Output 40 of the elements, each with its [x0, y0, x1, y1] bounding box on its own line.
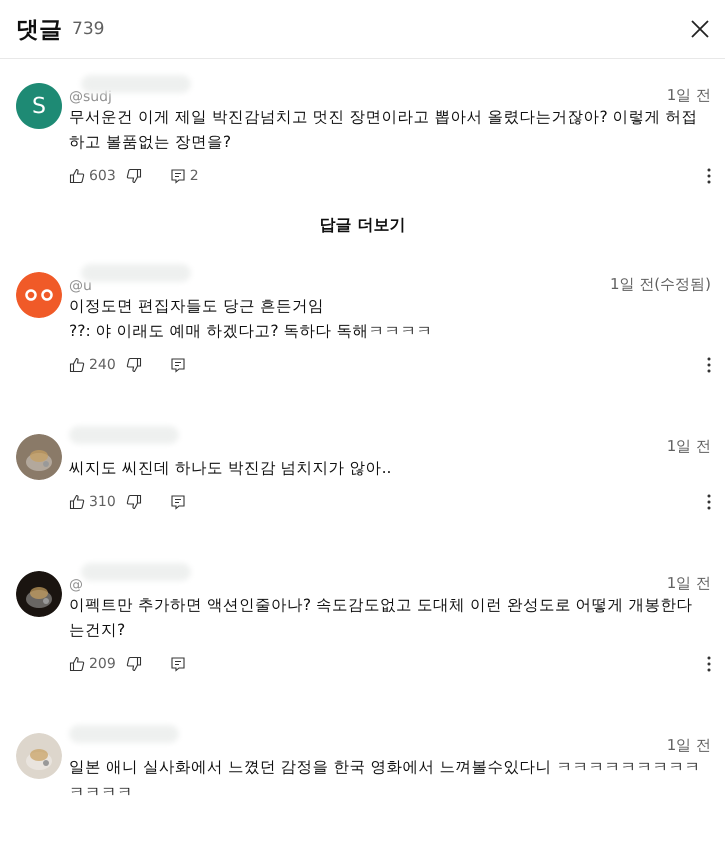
thumbs-down-icon[interactable]: [126, 357, 142, 373]
comment-text: 일본 애니 실사화에서 느꼈던 감정을 한국 영화에서 느껴볼수있다니 ㅋㅋㅋㅋㅋㅋㅋㅋㅋㅋㅋㅋㅋ: [69, 757, 702, 803]
timestamp: 1일 전: [666, 85, 711, 105]
timestamp: 1일 전: [666, 436, 711, 456]
more-replies-link[interactable]: 답글 더보기: [320, 193, 406, 270]
like-count: 240: [89, 357, 116, 373]
comment-text: 이정도면 편집자들도 당근 흔든거임 ??: 야 이래도 예매 하겠다고? 독하다 독해ㅋㅋㅋㅋ: [69, 296, 434, 342]
avatar-icon[interactable]: [16, 272, 62, 318]
reply-icon[interactable]: [170, 168, 186, 184]
thumbs-up-icon[interactable]: [69, 168, 85, 184]
reply-icon[interactable]: [170, 494, 186, 510]
thumbs-up-icon[interactable]: [69, 357, 85, 373]
like-count: 310: [89, 494, 116, 510]
more-options-icon[interactable]: [707, 357, 711, 373]
timestamp: 1일 전: [666, 735, 711, 755]
avatar[interactable]: S: [16, 83, 62, 129]
reply-icon[interactable]: [170, 357, 186, 373]
panel-title: 댓글: [16, 16, 62, 44]
more-options-icon[interactable]: [707, 494, 711, 510]
thumbs-down-icon[interactable]: [126, 656, 142, 672]
username[interactable]: @u: [69, 278, 92, 294]
username[interactable]: @sudj: [69, 89, 112, 105]
comment-text: 이펙트만 추가하면 액션인줄아나? 속도감도없고 도대체 이런 완성도로 어떻게 개봉한다는건지?: [69, 595, 694, 641]
like-count: 603: [89, 168, 116, 184]
comment-count: 739: [72, 19, 106, 39]
thumbs-up-icon[interactable]: [69, 656, 85, 672]
thumbs-down-icon[interactable]: [126, 494, 142, 510]
thumbs-up-icon[interactable]: [69, 494, 85, 510]
more-options-icon[interactable]: [707, 656, 711, 672]
reply-icon[interactable]: [170, 656, 186, 672]
like-count: 209: [89, 656, 116, 672]
reply-count: 2: [190, 168, 199, 184]
thumbs-down-icon[interactable]: [126, 168, 142, 184]
username[interactable]: @: [69, 577, 83, 593]
timestamp: 1일 전: [666, 573, 711, 593]
comment-text: 씨지도 씨진데 하나도 박진감 넘치지가 않아..: [69, 458, 392, 479]
close-icon[interactable]: [689, 18, 711, 40]
timestamp: 1일 전(수정됨): [610, 274, 711, 294]
more-options-icon[interactable]: [707, 168, 711, 184]
comment-text: 무서운건 이게 제일 박진감넘치고 멋진 장면이라고 뽑아서 올렸다는거잖아? 이렇게 허접하고 볼품없는 장면을?: [69, 107, 699, 153]
